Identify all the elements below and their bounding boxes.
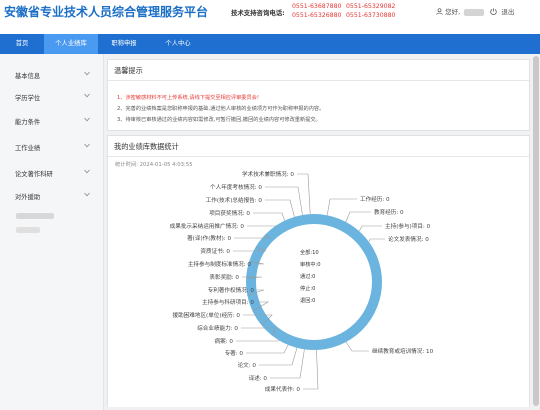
label-leader-line xyxy=(253,212,285,221)
slice-label: 译述: 0 xyxy=(249,374,268,382)
center-stat: 停止:0 xyxy=(300,284,315,292)
slice-label: 教育经历: 0 xyxy=(374,208,404,216)
label-leader-line xyxy=(259,347,298,366)
label-leader-line xyxy=(326,198,357,216)
label-leader-line xyxy=(345,341,369,352)
slice-label: 主持参与科研项目: 0 xyxy=(202,298,254,306)
slice-label: 学术技术兼职情况: 0 xyxy=(242,170,294,178)
slice-label: 工作经历: 0 xyxy=(360,195,390,203)
slice-label: 病案: 0 xyxy=(215,337,234,345)
slice-label: 表彰奖励: 0 xyxy=(209,273,239,281)
slice-label: 项目获奖情况: 0 xyxy=(209,209,250,217)
slice-label: 专利著作权情况: 0 xyxy=(208,286,255,294)
slice-label: 成果批示采纳运用推广情况: 0 xyxy=(170,222,245,230)
slice-label: 资质证书: 0 xyxy=(200,247,230,255)
label-leader-line xyxy=(368,238,385,242)
scrollbar-thumb[interactable] xyxy=(533,56,539,406)
achievement-pie-chart: 学术技术兼职情况: 0 工作经历: 0 教育经历: 0 主持(参与)项目: 0 论文发表… xyxy=(170,170,434,393)
label-leader-line xyxy=(358,225,382,232)
slice-label: 工作(技术)总结报告: 0 xyxy=(206,196,263,204)
label-leader-line xyxy=(265,199,295,217)
center-stat: 通过:0 xyxy=(300,272,315,280)
label-leader-line xyxy=(246,344,289,354)
label-leader-line xyxy=(345,211,371,223)
slice-label: 成果代表作: 0 xyxy=(265,385,301,393)
label-leader-line xyxy=(265,186,303,216)
slice-label: 继续教育或培训情况: 10 xyxy=(372,347,434,355)
slice-label: 论文: 0 xyxy=(238,361,257,369)
slice-label: 主持参与制度标准情况: 0 xyxy=(188,260,252,268)
label-leader-line xyxy=(270,349,305,379)
slice-label: 综合业绩能力: 0 xyxy=(197,324,238,332)
center-stat: 全部:10 xyxy=(300,248,319,256)
slice-label: 援助困难地区(单位)经历: 0 xyxy=(172,311,240,319)
label-leader-line xyxy=(242,276,263,279)
center-stat: 审核中:0 xyxy=(300,260,321,268)
slice-label: 主持(参与)项目: 0 xyxy=(385,222,431,230)
slice-label: 论文发表情况: 0 xyxy=(388,235,429,243)
slice-label: 专著: 0 xyxy=(225,349,244,357)
center-stat: 退回:0 xyxy=(300,296,315,304)
label-leader-line xyxy=(303,349,319,390)
slice-label: 著(译)作(教材): 0 xyxy=(187,234,231,242)
app-window: 安徽省专业技术人员综合管理服务平台 技术支持咨询电话: 0551-6368788… xyxy=(0,0,540,410)
slice-label: 个人年度考核情况: 0 xyxy=(210,183,262,191)
